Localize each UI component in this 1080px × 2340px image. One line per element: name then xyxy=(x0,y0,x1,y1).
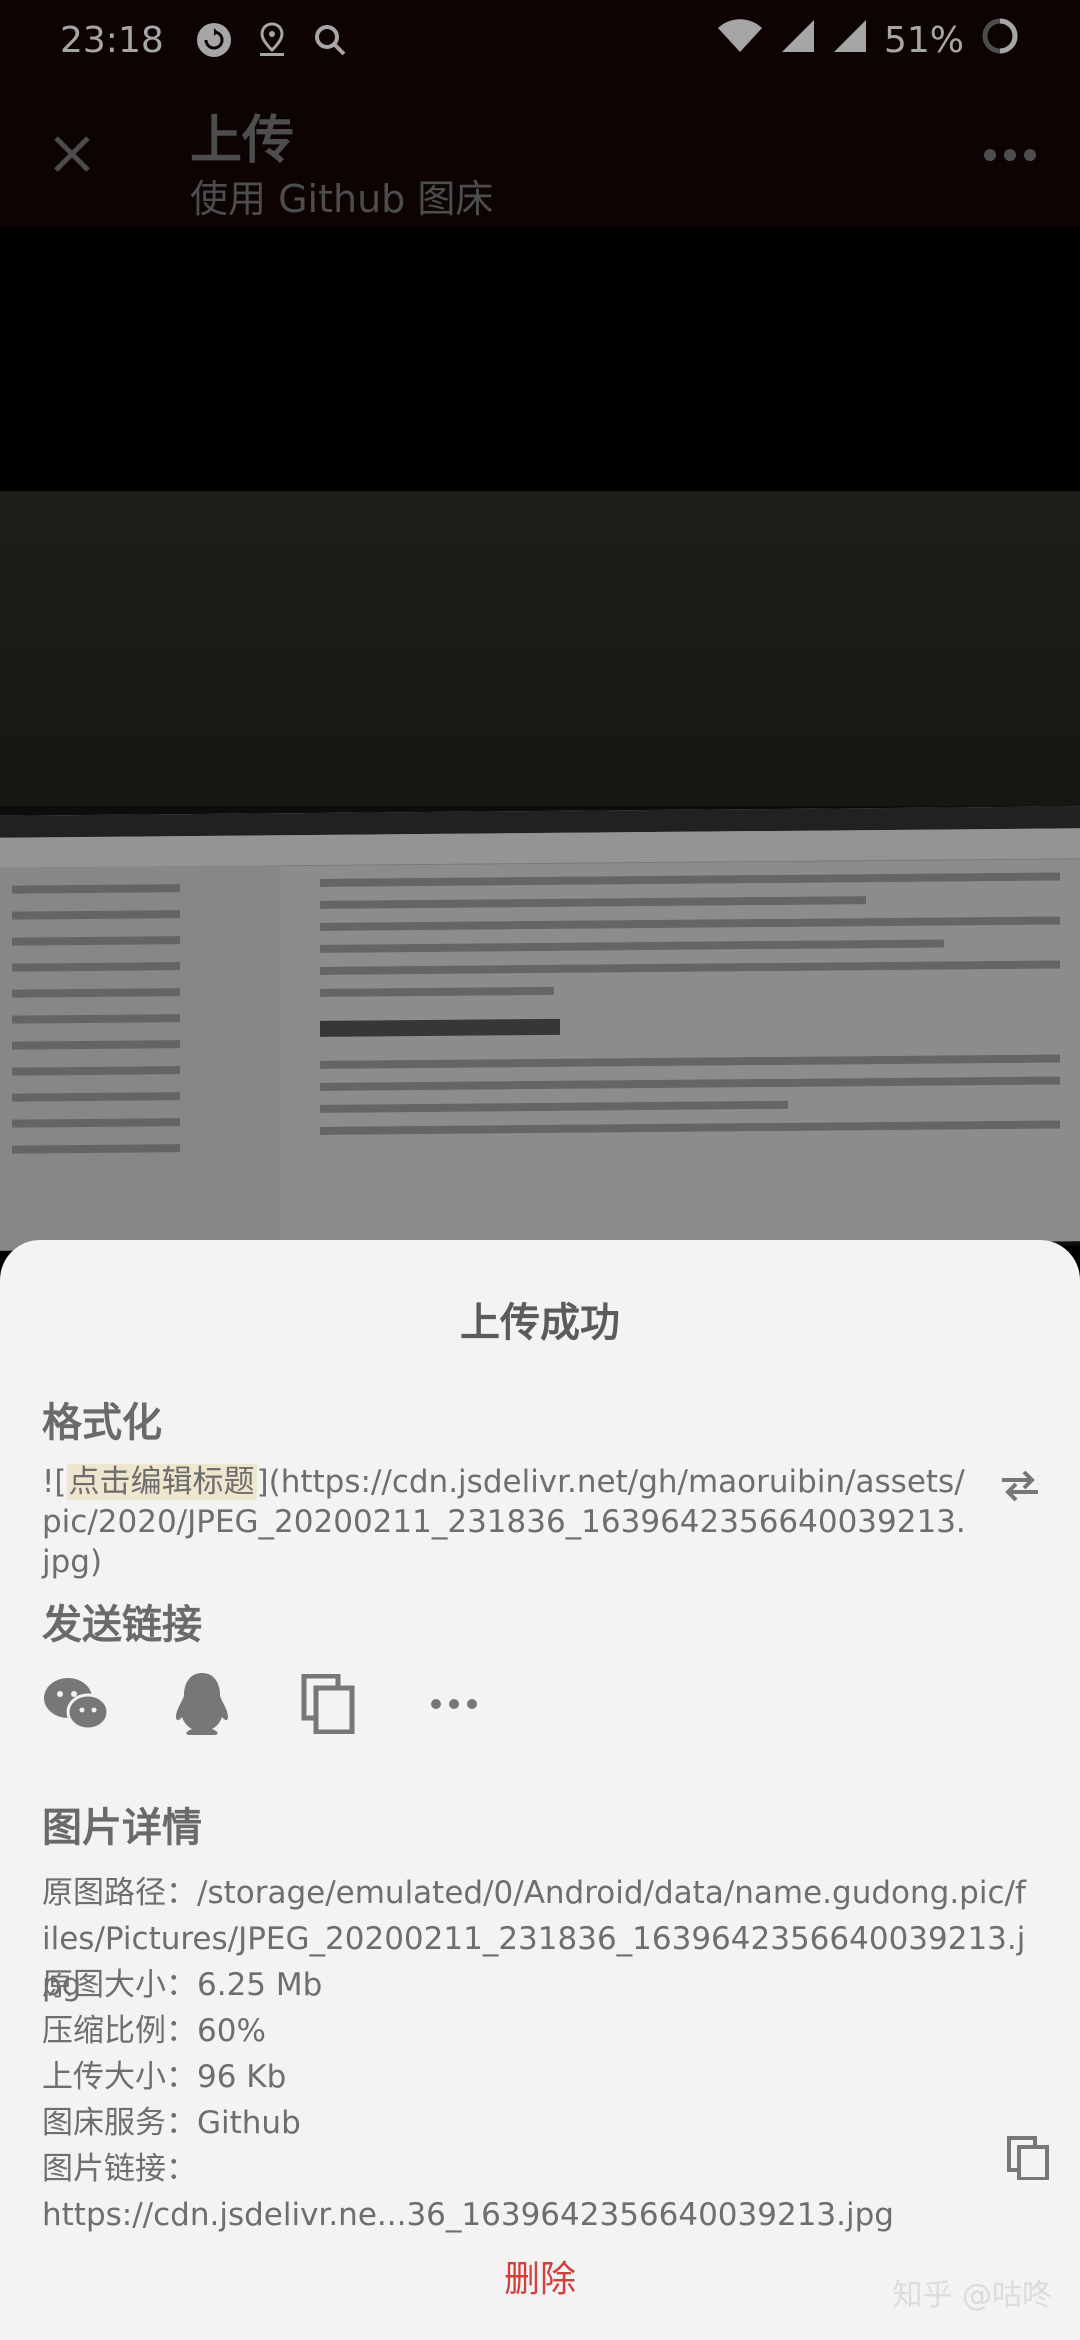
signal-icon xyxy=(780,18,816,63)
overflow-menu-icon[interactable] xyxy=(980,135,1040,175)
detail-compression: 压缩比例：60% xyxy=(42,2008,1042,2054)
search-icon xyxy=(310,20,350,60)
share-heading: 发送链接 xyxy=(42,1602,202,1648)
service-value: Github xyxy=(197,2105,301,2141)
format-heading: 格式化 xyxy=(42,1400,162,1446)
markdown-prefix: ![ xyxy=(42,1464,67,1500)
qq-icon[interactable] xyxy=(168,1670,236,1738)
editable-title[interactable]: 点击编辑标题 xyxy=(66,1464,257,1500)
more-icon[interactable] xyxy=(420,1670,488,1738)
link-label: 图片链接： xyxy=(42,2151,197,2187)
upload-size-value: 96 Kb xyxy=(197,2059,287,2095)
service-label: 图床服务： xyxy=(42,2105,197,2141)
compression-value: 60% xyxy=(197,2013,266,2049)
sheet-title: 上传成功 xyxy=(460,1300,620,1346)
watermark: 知乎 @咕咚 xyxy=(892,2278,1052,2313)
page-title: 上传 xyxy=(190,111,295,171)
wechat-icon[interactable] xyxy=(42,1670,110,1738)
close-icon[interactable] xyxy=(48,130,96,178)
battery-icon xyxy=(980,16,1020,65)
link-value[interactable]: https://cdn.jsdelivr.ne...36_16396423566… xyxy=(42,2197,894,2233)
battery-percent: 51% xyxy=(883,19,964,61)
photo-screen xyxy=(0,806,1080,1251)
app-bar: 上传 使用 Github 图床 xyxy=(0,80,1080,226)
copy-link-icon[interactable] xyxy=(1006,2136,1050,2181)
upload-result-sheet: 上传成功 格式化 ![点击编辑标题](https://cdn.jsdelivr.… xyxy=(0,1240,1080,2340)
original-path-label: 原图路径： xyxy=(42,1875,197,1911)
detail-upload-size: 上传大小：96 Kb xyxy=(42,2054,1042,2100)
detail-original-size: 原图大小：6.25 Mb xyxy=(42,1962,1042,2008)
detail-service: 图床服务：Github xyxy=(42,2100,1042,2146)
status-bar: 23:18 51% xyxy=(0,0,1080,80)
page-subtitle: 使用 Github 图床 xyxy=(190,177,494,221)
original-size-value: 6.25 Mb xyxy=(197,1967,323,2003)
photo-preview xyxy=(0,226,1080,1251)
upload-size-label: 上传大小： xyxy=(42,2059,197,2095)
location-icon xyxy=(252,20,292,60)
compression-label: 压缩比例： xyxy=(42,2013,197,2049)
share-row xyxy=(42,1670,546,1738)
swap-format-icon[interactable] xyxy=(996,1462,1044,1510)
wifi-icon xyxy=(716,18,764,63)
details-heading: 图片详情 xyxy=(42,1805,202,1851)
copy-icon[interactable] xyxy=(294,1670,362,1738)
sync-icon xyxy=(194,20,234,60)
status-time: 23:18 xyxy=(60,19,164,61)
markdown-text[interactable]: ![点击编辑标题](https://cdn.jsdelivr.net/gh/ma… xyxy=(42,1462,972,1582)
signal-icon-2 xyxy=(832,18,868,63)
original-size-label: 原图大小： xyxy=(42,1967,197,2003)
detail-link: 图片链接： https://cdn.jsdelivr.ne...36_163964… xyxy=(42,2146,1042,2238)
